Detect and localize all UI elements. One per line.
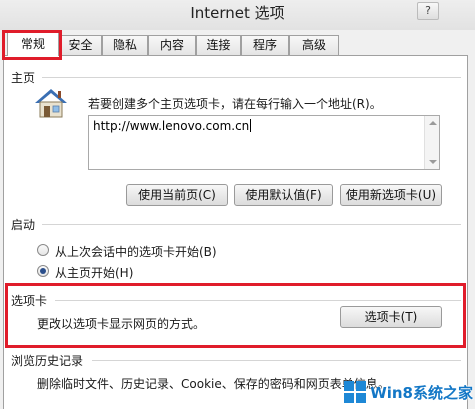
home-description: 若要创建多个主页选项卡，请在每行输入一个地址(R)。 [88, 97, 382, 111]
history-description: 删除临时文件、历史记录、Cookie、保存的密码和网页表单信息。 [37, 377, 390, 391]
tab-connections[interactable]: 连接 [196, 35, 241, 55]
tab-advanced[interactable]: 高级 [289, 35, 339, 55]
house-icon [35, 89, 67, 118]
url-scrollbar[interactable] [424, 116, 439, 169]
tab-content[interactable]: 内容 [148, 35, 196, 55]
history-group-title: 浏览历史记录 [11, 354, 84, 368]
radio-home-page-label: 从主页开始(H) [55, 266, 134, 280]
help-button[interactable]: ? [417, 2, 439, 20]
home-url-textarea[interactable]: http://www.lenovo.com.cn [88, 115, 440, 170]
watermark: Win8系统之家 [344, 379, 473, 405]
radio-last-session-label: 从上次会话中的选项卡开始(B) [55, 245, 217, 259]
scroll-down-icon[interactable] [429, 160, 437, 164]
tabs-section-highlight-box [5, 283, 466, 348]
title-bar: Internet 选项 ? [0, 0, 475, 30]
tab-highlight-box [2, 30, 62, 60]
tab-privacy[interactable]: 隐私 [102, 35, 148, 55]
watermark-text: Win8系统之家 [370, 383, 473, 402]
tab-security[interactable]: 安全 [59, 35, 102, 55]
radio-button-selected[interactable] [37, 265, 49, 277]
scroll-up-icon[interactable] [429, 121, 437, 125]
use-current-button[interactable]: 使用当前页(C) [126, 184, 228, 206]
home-url-value: http://www.lenovo.com.cn [93, 119, 250, 133]
startup-group-title: 启动 [11, 218, 36, 232]
use-new-tab-button[interactable]: 使用新选项卡(U) [340, 184, 442, 206]
use-default-button[interactable]: 使用默认值(F) [234, 184, 333, 206]
home-group-divider [42, 77, 461, 78]
startup-group-divider [42, 224, 461, 225]
tab-programs[interactable]: 程序 [241, 35, 289, 55]
radio-button[interactable] [37, 244, 49, 256]
history-group-divider [92, 360, 461, 361]
windows-logo-icon [344, 381, 367, 403]
home-group-title: 主页 [11, 71, 36, 85]
window-title: Internet 选项 [190, 4, 285, 22]
